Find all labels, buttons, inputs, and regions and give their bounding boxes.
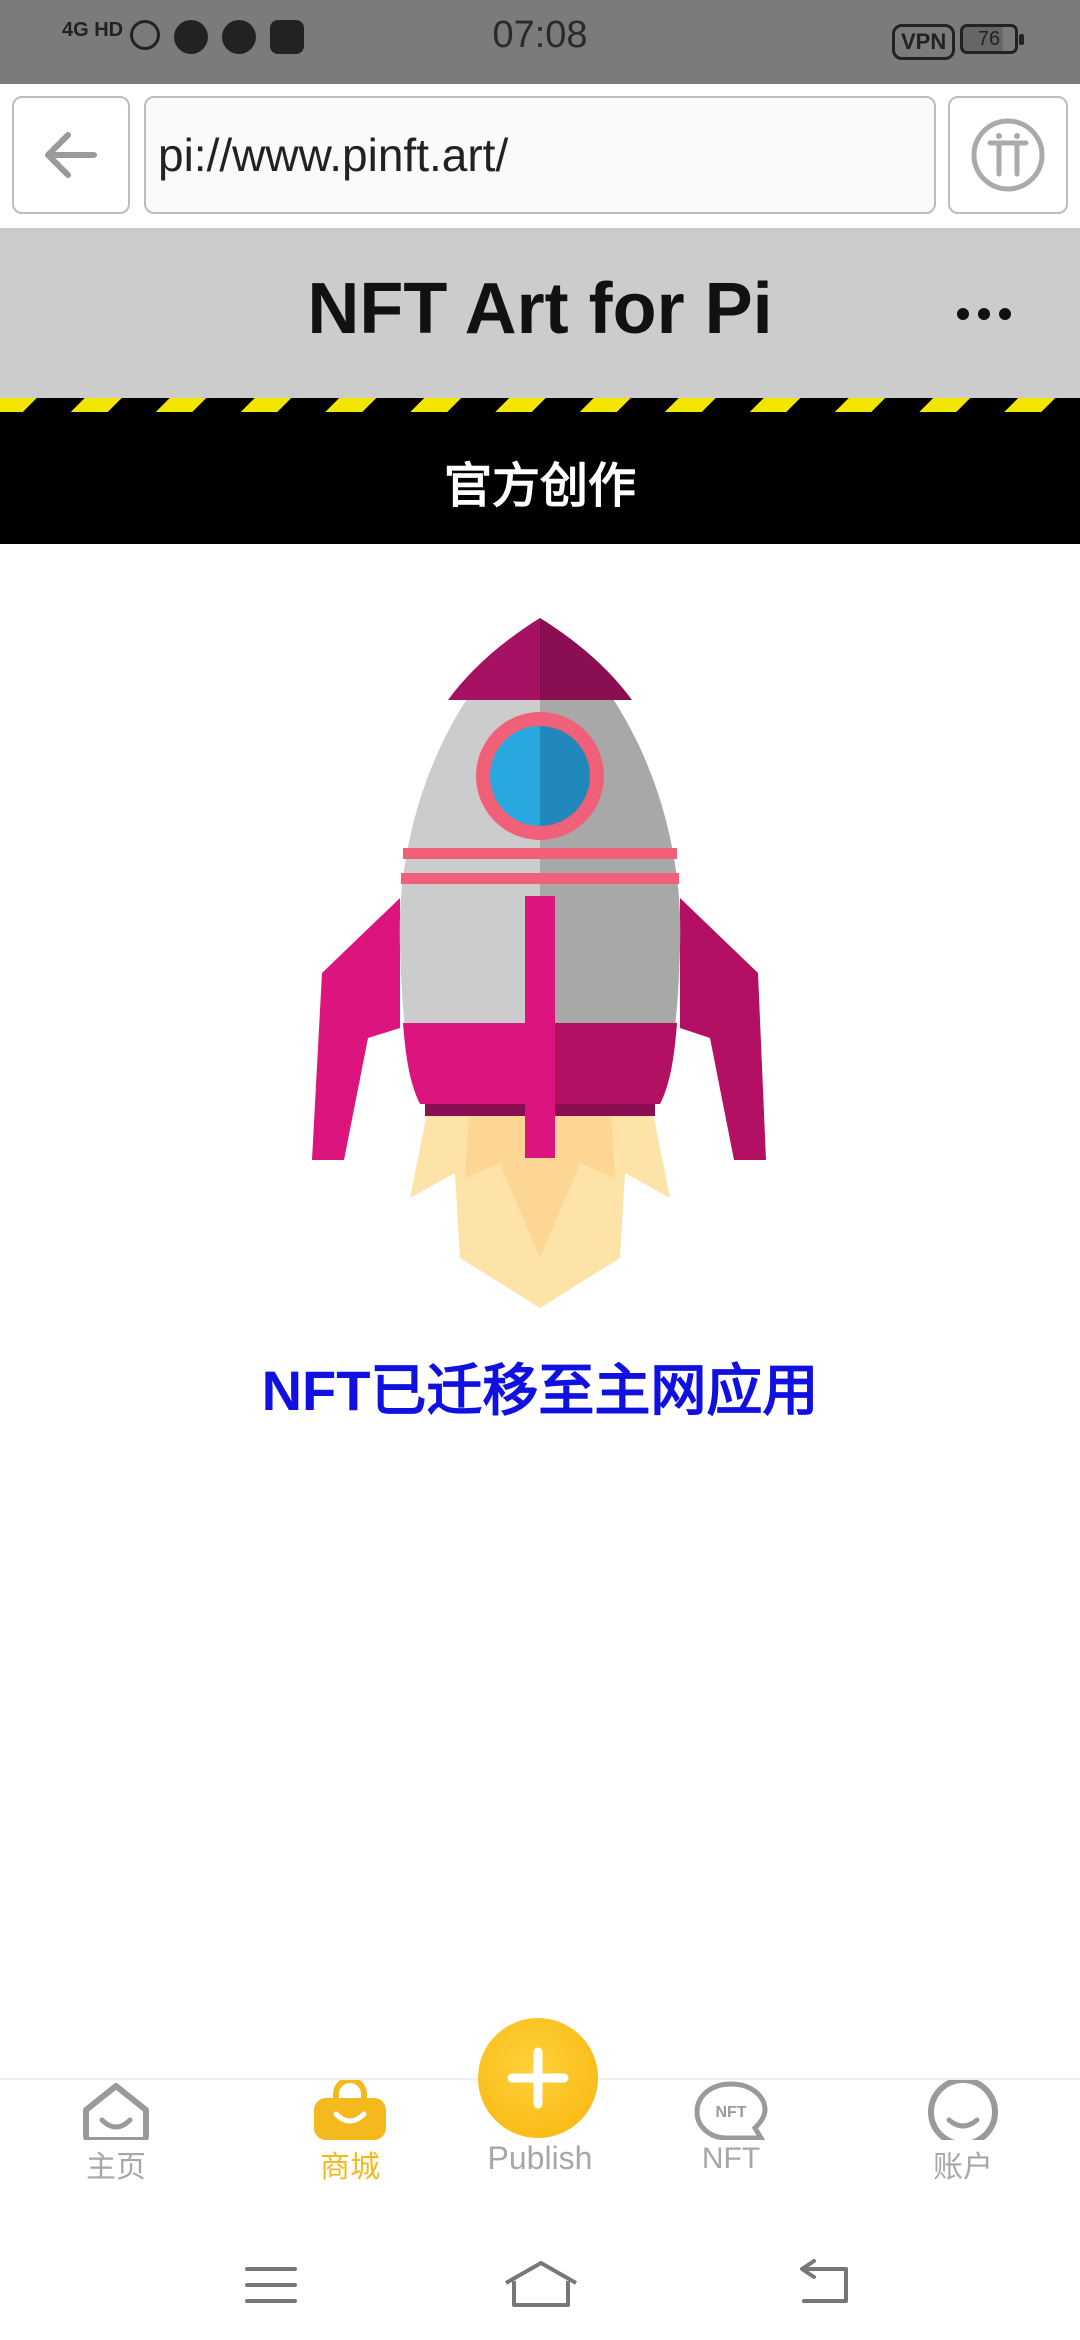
nav-publish-label: Publish — [487, 2140, 593, 2176]
pi-logo-icon — [971, 118, 1045, 192]
nav-home-label: 主页 — [86, 2151, 146, 2184]
nft-icon: NFT — [694, 2081, 768, 2140]
back-nav-icon[interactable] — [784, 2255, 864, 2315]
back-button[interactable] — [12, 96, 130, 214]
menu-icon[interactable] — [231, 2255, 311, 2315]
arrow-left-icon — [45, 132, 97, 178]
browser-toolbar: pi://www.pinft.art/ — [0, 84, 1080, 230]
nav-shop-label: 商城 — [320, 2151, 380, 2184]
svg-text:NFT: NFT — [715, 2104, 746, 2121]
more-horizontal-icon — [957, 308, 1011, 320]
more-button[interactable] — [955, 302, 1015, 331]
hazard-stripe — [0, 398, 1080, 412]
battery-level: 76 — [977, 28, 1001, 50]
status-bar: 4G HD 07:08 VPN 76 — [0, 0, 1080, 84]
pi-button[interactable] — [948, 96, 1068, 214]
system-nav-bar — [0, 2210, 1080, 2340]
vpn-badge: VPN — [892, 24, 956, 60]
shopping-bag-icon — [314, 2080, 386, 2140]
rocket-icon — [312, 618, 766, 1308]
plus-icon — [507, 2047, 569, 2109]
url-field[interactable]: pi://www.pinft.art/ — [144, 96, 936, 214]
nav-account-label: 账户 — [933, 2151, 993, 2184]
migration-message: NFT已迁移至主网应用 — [261, 1359, 819, 1422]
section-title: 官方创作 — [443, 460, 636, 513]
home-icon — [83, 2083, 149, 2140]
battery-icon: 76 — [960, 24, 1024, 54]
app-header: NFT Art for Pi — [0, 230, 1080, 398]
page-title: NFT Art for Pi — [307, 269, 773, 349]
publish-button[interactable] — [478, 2018, 598, 2138]
account-icon — [928, 2080, 998, 2140]
nav-nft-label: NFT — [701, 2142, 761, 2175]
section-banner: 官方创作 — [0, 412, 1080, 544]
home-nav-icon[interactable] — [496, 2255, 586, 2315]
